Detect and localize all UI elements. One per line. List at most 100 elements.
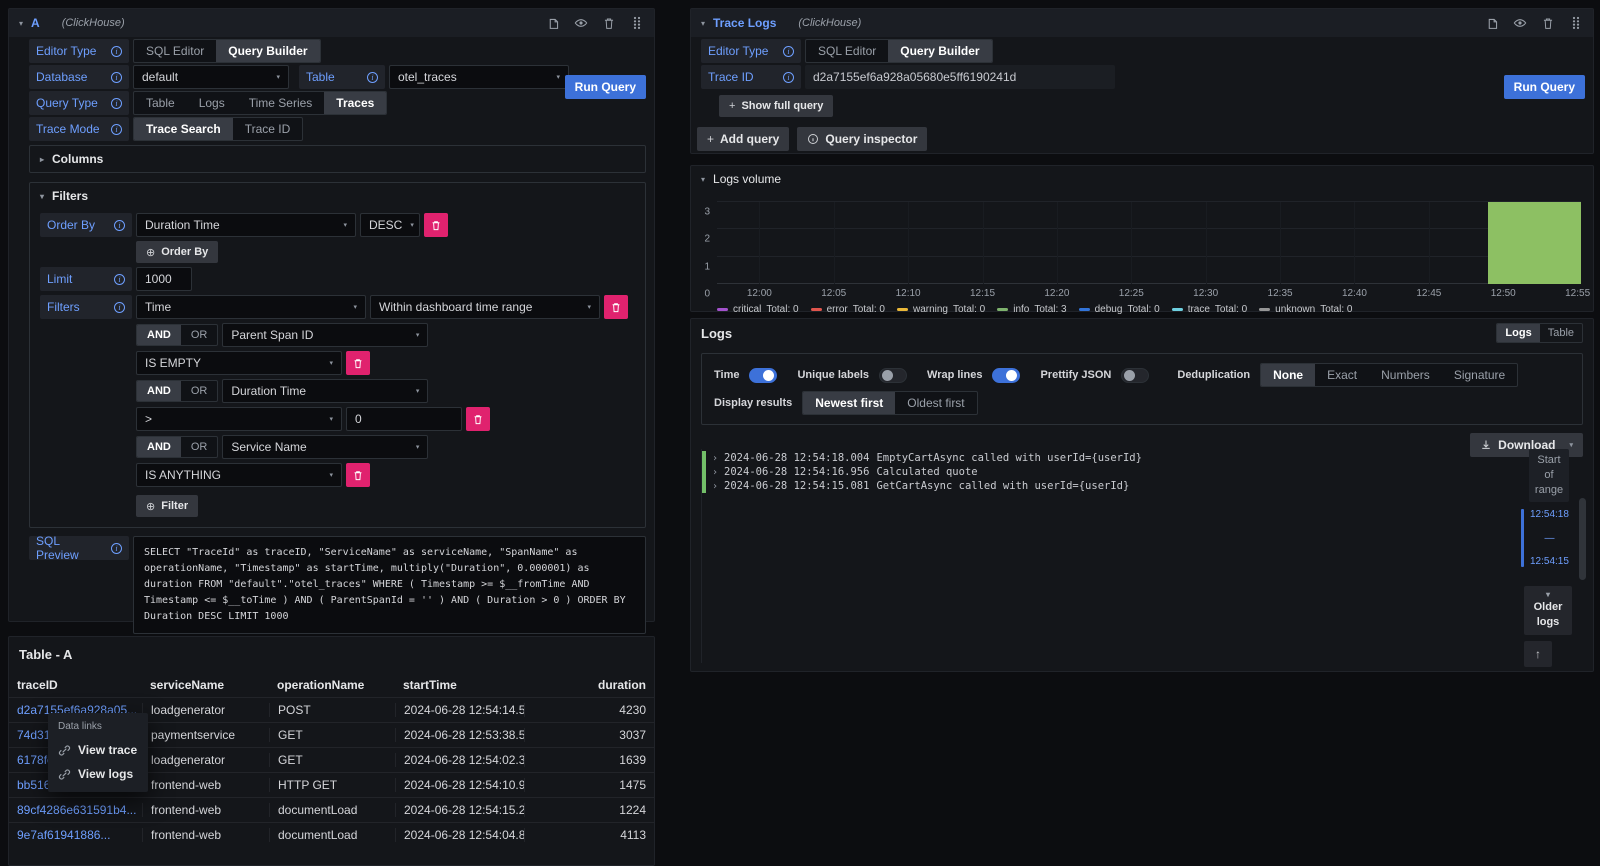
info-icon[interactable]: i: [111, 46, 122, 57]
table-select[interactable]: otel_traces▾: [389, 65, 569, 89]
add-order-by-button[interactable]: ⊕Order By: [136, 241, 218, 263]
expand-chevron-icon[interactable]: ›: [712, 467, 718, 478]
legend-item-debug[interactable]: debugTotal: 0: [1079, 304, 1160, 315]
expand-chevron-icon[interactable]: ›: [712, 453, 718, 464]
remove-condition-button[interactable]: [466, 407, 490, 431]
legend-item-unknown[interactable]: unknownTotal: 0: [1259, 304, 1352, 315]
order-by-direction-select[interactable]: DESC▾: [360, 213, 420, 237]
and-option[interactable]: AND: [137, 325, 181, 345]
dedup-signature-option[interactable]: Signature: [1442, 364, 1517, 386]
filter-field-select[interactable]: Time▾: [136, 295, 366, 319]
prettify-json-toggle[interactable]: [1121, 368, 1149, 383]
info-icon[interactable]: i: [111, 72, 122, 83]
query-inspector-button[interactable]: Query inspector: [797, 127, 927, 151]
trace-logs-title[interactable]: Trace Logs: [713, 16, 776, 30]
log-timeline[interactable]: 12:54:18 — 12:54:15: [1521, 509, 1569, 567]
legend-item-warning[interactable]: warningTotal: 0: [897, 304, 985, 315]
or-option[interactable]: OR: [181, 381, 218, 401]
wrap-lines-toggle[interactable]: [992, 368, 1020, 383]
column-header[interactable]: startTime: [395, 678, 524, 692]
remove-condition-button[interactable]: [346, 463, 370, 487]
columns-section-header[interactable]: ▸ Columns: [30, 146, 645, 172]
remove-condition-button[interactable]: [346, 351, 370, 375]
column-header[interactable]: duration: [524, 678, 654, 692]
trash-icon[interactable]: [1541, 16, 1555, 30]
query-type-table[interactable]: Table: [134, 92, 187, 114]
info-icon[interactable]: i: [114, 302, 125, 313]
trace-id-option[interactable]: Trace ID: [233, 118, 303, 140]
trace-id-link[interactable]: 89cf4286e631591b4...: [9, 803, 142, 817]
sql-editor-option[interactable]: SQL Editor: [134, 40, 216, 62]
remove-filter-button[interactable]: [604, 295, 628, 319]
column-header[interactable]: operationName: [269, 678, 395, 692]
query-builder-option[interactable]: Query Builder: [888, 40, 991, 62]
legend-item-error[interactable]: errorTotal: 0: [811, 304, 885, 315]
and-option[interactable]: AND: [137, 381, 181, 401]
oldest-first-option[interactable]: Oldest first: [895, 392, 976, 414]
expand-chevron-icon[interactable]: ›: [712, 481, 718, 492]
newest-first-option[interactable]: Newest first: [803, 392, 895, 414]
info-icon[interactable]: i: [111, 124, 122, 135]
scroll-to-top-button[interactable]: ↑: [1524, 641, 1552, 667]
view-logs-option[interactable]: Logs: [1497, 324, 1539, 342]
unique-labels-toggle[interactable]: [879, 368, 907, 383]
remove-order-by-button[interactable]: [424, 213, 448, 237]
log-row[interactable]: ›2024-06-28 12:54:15.081GetCartAsync cal…: [702, 479, 1521, 493]
filter-range-select[interactable]: Within dashboard time range▾: [370, 295, 600, 319]
condition-operator-select[interactable]: IS ANYTHING▾: [136, 463, 342, 487]
duplicate-icon[interactable]: [1485, 16, 1499, 30]
or-option[interactable]: OR: [181, 437, 218, 457]
drag-handle-icon[interactable]: [1569, 16, 1583, 30]
info-icon[interactable]: i: [783, 72, 794, 83]
eye-icon[interactable]: [1513, 16, 1527, 30]
filters-section-header[interactable]: ▾ Filters: [30, 183, 645, 209]
info-icon[interactable]: i: [367, 72, 378, 83]
view-logs-link[interactable]: View logs: [48, 762, 148, 786]
condition-value-input[interactable]: 0: [346, 407, 462, 431]
panel-a-title[interactable]: A: [31, 16, 40, 30]
panel-a-header[interactable]: ▾ A (ClickHouse): [9, 9, 654, 37]
info-icon[interactable]: i: [114, 220, 125, 231]
time-toggle[interactable]: [749, 368, 777, 383]
dedup-none-option[interactable]: None: [1261, 364, 1315, 386]
scrollbar-thumb[interactable]: [1579, 498, 1586, 580]
condition-operator-select[interactable]: IS EMPTY▾: [136, 351, 342, 375]
collapse-chevron-icon[interactable]: ▾: [19, 19, 23, 28]
query-builder-option[interactable]: Query Builder: [216, 40, 319, 62]
order-by-field-select[interactable]: Duration Time▾: [136, 213, 356, 237]
trace-logs-header[interactable]: ▾ Trace Logs (ClickHouse): [691, 9, 1593, 37]
info-icon[interactable]: i: [111, 543, 122, 554]
collapse-chevron-icon[interactable]: ▾: [701, 19, 705, 28]
view-trace-link[interactable]: View trace: [48, 738, 148, 762]
trace-id-link[interactable]: 9e7af61941886...: [9, 828, 142, 842]
eye-icon[interactable]: [574, 16, 588, 30]
and-option[interactable]: AND: [137, 437, 181, 457]
trace-search-option[interactable]: Trace Search: [134, 118, 233, 140]
query-type-traces[interactable]: Traces: [324, 92, 386, 114]
column-header[interactable]: traceID: [9, 678, 142, 692]
run-query-button[interactable]: Run Query: [565, 75, 646, 99]
info-icon[interactable]: i: [114, 274, 125, 285]
trash-icon[interactable]: [602, 16, 616, 30]
limit-input[interactable]: 1000: [136, 267, 192, 291]
dedup-exact-option[interactable]: Exact: [1315, 364, 1369, 386]
add-query-button[interactable]: +Add query: [697, 127, 789, 151]
collapse-chevron-icon[interactable]: ▾: [701, 175, 705, 184]
database-select[interactable]: default▾: [133, 65, 289, 89]
timeline-bar[interactable]: [1521, 509, 1524, 567]
sql-editor-option[interactable]: SQL Editor: [806, 40, 888, 62]
dedup-numbers-option[interactable]: Numbers: [1369, 364, 1442, 386]
logs-volume-header[interactable]: ▾ Logs volume: [691, 166, 1593, 192]
log-row[interactable]: ›2024-06-28 12:54:18.004EmptyCartAsync c…: [702, 451, 1521, 465]
legend-item-critical[interactable]: criticalTotal: 0: [717, 304, 799, 315]
run-query-button[interactable]: Run Query: [1504, 75, 1585, 99]
add-filter-button[interactable]: ⊕Filter: [136, 495, 198, 517]
info-icon[interactable]: i: [783, 46, 794, 57]
info-icon[interactable]: i: [111, 98, 122, 109]
older-logs-button[interactable]: ▾ Older logs: [1524, 586, 1572, 635]
condition-field-select[interactable]: Duration Time▾: [222, 379, 428, 403]
condition-operator-select[interactable]: >▾: [136, 407, 342, 431]
legend-item-info[interactable]: infoTotal: 3: [997, 304, 1066, 315]
view-table-option[interactable]: Table: [1540, 324, 1582, 342]
query-type-logs[interactable]: Logs: [187, 92, 237, 114]
